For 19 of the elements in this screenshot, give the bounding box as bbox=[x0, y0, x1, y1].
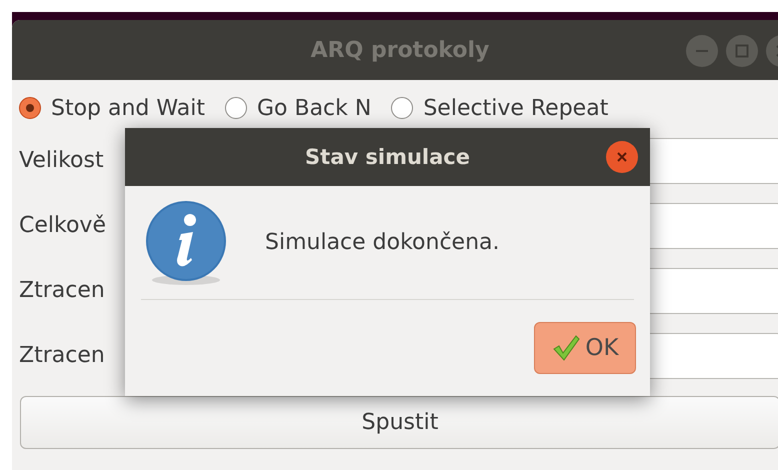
field-label: Velikost bbox=[19, 148, 105, 173]
dialog-message: Simulace dokončena. bbox=[265, 230, 500, 255]
field-label: Ztracen bbox=[19, 343, 106, 368]
dialog-title: Stav simulace bbox=[305, 145, 470, 169]
field-label: Celkově bbox=[19, 213, 107, 238]
field-label: Ztracen bbox=[19, 278, 106, 303]
info-icon bbox=[145, 200, 227, 286]
close-icon bbox=[616, 151, 628, 163]
checkmark-icon bbox=[551, 333, 582, 363]
radio-option[interactable]: Selective Repeat bbox=[391, 96, 608, 120]
run-button[interactable]: Spustit bbox=[20, 396, 778, 449]
ok-button[interactable]: OK bbox=[534, 322, 636, 374]
maximize-button[interactable] bbox=[726, 35, 758, 67]
minimize-button[interactable] bbox=[686, 35, 718, 67]
close-button[interactable] bbox=[606, 141, 638, 173]
maximize-icon bbox=[735, 44, 749, 58]
radio-option[interactable]: Stop and Wait bbox=[19, 96, 205, 120]
window-title: ARQ protokoly bbox=[310, 38, 490, 62]
radio-option[interactable]: Go Back N bbox=[224, 96, 372, 120]
